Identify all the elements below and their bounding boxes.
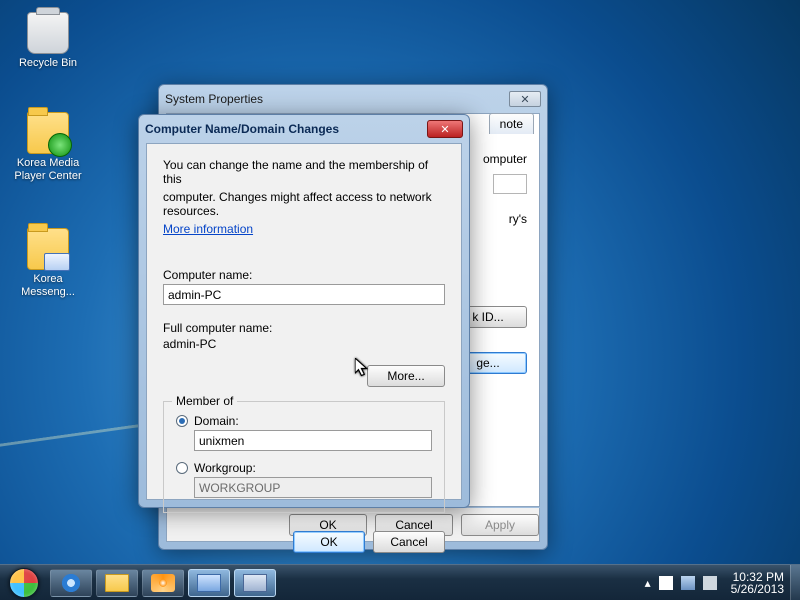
dialog-title: Computer Name/Domain Changes [145,122,427,136]
taskbar-clock[interactable]: 10:32 PM 5/26/2013 [725,571,784,595]
domain-radio[interactable] [176,415,188,427]
text-fragment: ry's [509,212,527,226]
domain-radio-label: Domain: [194,414,239,428]
recycle-bin-icon [27,12,69,54]
desktop-icon-label: Korea Messeng... [12,273,84,299]
computer-name-label: Computer name: [163,268,445,282]
ie-icon [59,574,83,592]
clock-date: 5/26/2013 [731,583,784,595]
titlebar[interactable]: System Properties ✕ [159,85,547,113]
apply-button[interactable]: Apply [461,514,539,536]
full-computer-name-value: admin-PC [163,337,445,351]
text-field[interactable] [493,174,527,194]
group-legend: Member of [172,394,237,408]
cancel-button[interactable]: Cancel [373,531,445,553]
folder-icon [27,228,69,270]
show-hidden-icons-button[interactable]: ▴ [645,576,651,590]
dialog-icon [243,574,267,592]
dialog-computer-name-domain-changes: Computer Name/Domain Changes ✕ You can c… [138,114,470,508]
wmp-icon [151,574,175,592]
taskbar-wmp[interactable] [142,569,184,597]
explorer-icon [105,574,129,592]
system-tray: ▴ 10:32 PM 5/26/2013 [639,571,790,595]
titlebar[interactable]: Computer Name/Domain Changes ✕ [139,115,469,143]
member-of-group: Member of Domain: Workgroup: [163,401,445,513]
network-icon[interactable] [681,576,695,590]
client-area: You can change the name and the membersh… [146,143,462,500]
text-fragment: omputer [483,152,527,166]
taskbar-ie[interactable] [50,569,92,597]
description-text: computer. Changes might affect access to… [163,190,445,218]
start-button[interactable] [0,565,48,600]
window-title: System Properties [165,92,509,106]
show-desktop-button[interactable] [790,565,800,600]
computer-name-input[interactable] [163,284,445,305]
taskbar-computer-name-dialog[interactable] [234,569,276,597]
desktop-icon-recycle-bin[interactable]: Recycle Bin [12,12,84,70]
close-button[interactable]: ✕ [427,120,463,138]
taskbar: ▴ 10:32 PM 5/26/2013 [0,564,800,600]
close-button[interactable]: ✕ [509,91,541,107]
desktop-icon-kmpc[interactable]: Korea Media Player Center [12,112,84,183]
ok-button[interactable]: OK [293,531,365,553]
description-text: You can change the name and the membersh… [163,158,445,186]
more-button[interactable]: More... [367,365,445,387]
workgroup-radio-label: Workgroup: [194,461,256,475]
full-computer-name-label: Full computer name: [163,321,445,335]
desktop-icon-kmsg[interactable]: Korea Messeng... [12,228,84,299]
action-center-icon[interactable] [659,576,673,590]
domain-input[interactable] [194,430,432,451]
taskbar-system-properties[interactable] [188,569,230,597]
desktop-icon-label: Recycle Bin [12,57,84,70]
tab-remote[interactable]: note [489,113,534,134]
desktop-icon-label: Korea Media Player Center [12,157,84,183]
volume-icon[interactable] [703,576,717,590]
taskbar-explorer[interactable] [96,569,138,597]
control-panel-icon [197,574,221,592]
workgroup-radio[interactable] [176,462,188,474]
more-information-link[interactable]: More information [163,222,253,236]
clock-time: 10:32 PM [731,571,784,583]
workgroup-input [194,477,432,498]
windows-orb-icon [9,568,39,598]
folder-icon [27,112,69,154]
